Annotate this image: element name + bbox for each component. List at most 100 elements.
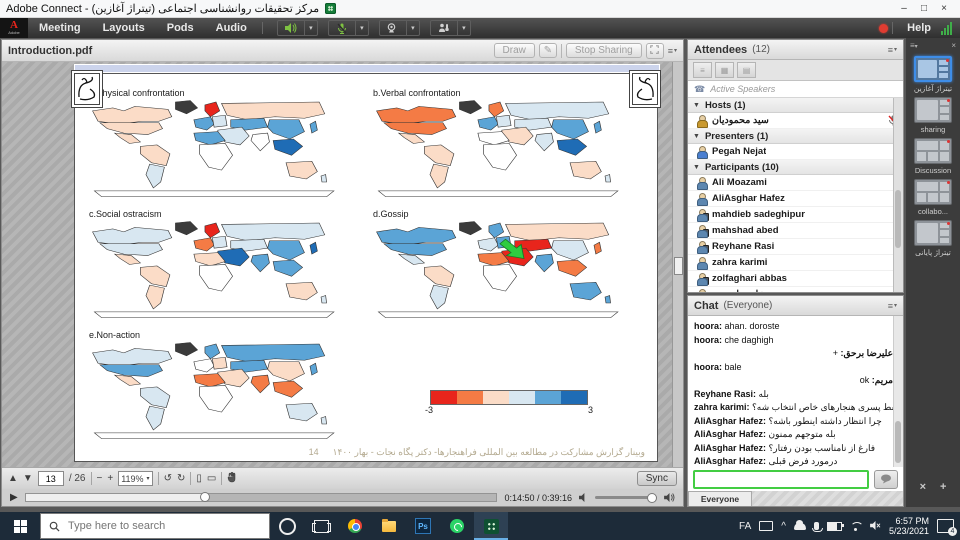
photoshop-icon[interactable]: Ps [406, 512, 440, 540]
layout-thumb[interactable]: collabo... [914, 179, 952, 216]
action-center-icon[interactable]: 4 [937, 519, 954, 533]
breakout-view-icon[interactable]: ▦ [715, 62, 734, 78]
playback-progress[interactable] [25, 493, 498, 502]
pod-options-icon[interactable]: ≡▾ [888, 45, 897, 55]
play-button[interactable]: ▶ [10, 492, 18, 503]
attendee-row[interactable]: سید محمودیان [688, 113, 903, 129]
remove-layout-icon[interactable]: × [920, 481, 926, 493]
speaker-icon[interactable] [277, 20, 305, 36]
layouts-options-icon[interactable]: ≡▾ [910, 41, 918, 50]
rotate-ccw-icon[interactable]: ↺ [164, 474, 172, 484]
chat-input[interactable] [693, 470, 869, 489]
attendee-list-view-icon[interactable]: ≡ [693, 62, 712, 78]
zoom-in-icon[interactable]: + [107, 474, 113, 484]
raise-hand-icon[interactable] [430, 20, 458, 36]
taskbar-search[interactable] [40, 513, 270, 539]
zoom-level-select[interactable]: 119%▾ [118, 471, 152, 486]
wifi-icon[interactable] [850, 522, 862, 531]
avatar-icon [696, 257, 707, 268]
layouts-close-icon[interactable]: × [951, 41, 956, 50]
playback-scrubber[interactable] [200, 492, 210, 502]
tray-microphone-icon[interactable] [814, 522, 819, 530]
attendee-row[interactable]: Reyhane Rasi [688, 239, 903, 255]
volume-thumb[interactable] [647, 493, 657, 503]
fit-page-icon[interactable]: ▯ [196, 474, 202, 484]
tray-chevron-icon[interactable]: ^ [781, 521, 786, 532]
region-greenland [175, 342, 197, 355]
whatsapp-icon[interactable] [440, 512, 474, 540]
stop-sharing-button[interactable]: Stop Sharing [566, 43, 642, 58]
region-antarctica [378, 191, 618, 197]
pod-options-icon[interactable]: ≡▾ [888, 301, 897, 311]
layout-thumb[interactable]: sharing [914, 97, 952, 134]
attendee-row[interactable]: علیرضا برحق [688, 287, 903, 292]
microphone-dropdown[interactable]: ▾ [356, 20, 369, 36]
add-layout-icon[interactable]: + [940, 481, 946, 493]
attendee-row[interactable]: mahdieb sadeghipur [688, 207, 903, 223]
layout-thumb[interactable]: Discussion [914, 138, 952, 175]
language-indicator[interactable]: FA [739, 521, 751, 532]
speaker-dropdown[interactable]: ▾ [305, 20, 318, 36]
draw-button[interactable]: Draw [494, 43, 535, 58]
connection-signal-icon[interactable] [941, 22, 952, 35]
layout-thumb[interactable]: تیتراژ آغازین [914, 56, 952, 93]
volume-speaker-icon[interactable] [664, 489, 675, 507]
tray-speaker-muted-icon[interactable] [870, 521, 881, 532]
raise-hand-dropdown[interactable]: ▾ [458, 20, 471, 36]
menu-pods[interactable]: Pods [156, 18, 205, 38]
fit-width-icon[interactable]: ▭ [207, 474, 216, 484]
menu-layouts[interactable]: Layouts [92, 18, 156, 38]
onedrive-icon[interactable] [794, 523, 806, 530]
webcam-dropdown[interactable]: ▾ [407, 20, 420, 36]
sync-button[interactable]: Sync [637, 471, 677, 486]
chat-message: علیرضا برحق: + [694, 347, 893, 361]
attendee-row[interactable]: AliAsghar Hafez [688, 191, 903, 207]
send-message-icon[interactable] [874, 470, 898, 489]
status-view-icon[interactable]: ▤ [737, 62, 756, 78]
start-button[interactable] [0, 512, 40, 540]
fullscreen-icon[interactable] [646, 43, 664, 59]
rotate-cw-icon[interactable]: ↻ [177, 474, 185, 484]
cortana-button[interactable] [270, 512, 304, 540]
chrome-icon[interactable] [338, 512, 372, 540]
task-view-button[interactable] [304, 512, 338, 540]
pointer-pen-icon[interactable]: ✎ [539, 43, 557, 58]
pod-options-icon[interactable]: ≡▾ [668, 46, 677, 56]
attendees-scrollbar[interactable] [893, 98, 903, 292]
map-cell: e.Non-action [87, 330, 363, 447]
document-scrollbar[interactable] [672, 62, 683, 467]
group-header[interactable]: ▼Presenters (1) [688, 129, 903, 144]
close-button[interactable]: × [934, 0, 954, 17]
page-down-icon[interactable]: ▼ [23, 474, 33, 484]
attendee-row[interactable]: zolfaghari abbas [688, 271, 903, 287]
adobe-connect-taskbar-icon[interactable] [474, 512, 508, 540]
tab-everyone[interactable]: Everyone [688, 491, 752, 506]
battery-icon[interactable] [827, 522, 842, 531]
volume-mute-icon[interactable] [579, 489, 588, 507]
attendee-row[interactable]: zahra karimi [688, 255, 903, 271]
group-header[interactable]: ▼Participants (10) [688, 160, 903, 175]
taskbar-clock[interactable]: 6:57 PM 5/23/2021 [889, 516, 929, 536]
volume-slider[interactable] [595, 496, 657, 499]
group-header[interactable]: ▼Hosts (1) [688, 98, 903, 113]
pan-hand-icon[interactable] [227, 472, 236, 486]
touch-keyboard-icon[interactable] [759, 521, 773, 531]
minimize-button[interactable]: – [894, 0, 914, 17]
layout-thumb[interactable]: تیتراژ پایانی [914, 220, 952, 257]
search-input[interactable] [66, 519, 261, 533]
menu-audio[interactable]: Audio [205, 18, 258, 38]
microphone-muted-icon[interactable] [328, 20, 356, 36]
page-number-input[interactable] [38, 471, 64, 486]
file-explorer-icon[interactable] [372, 512, 406, 540]
help-menu[interactable]: Help [907, 22, 931, 34]
menu-meeting[interactable]: Meeting [28, 18, 92, 38]
attendee-row[interactable]: mahshad abed [688, 223, 903, 239]
chat-scrollbar[interactable] [893, 316, 903, 467]
attendee-row[interactable]: Pegah Nejat [688, 144, 903, 160]
webcam-icon[interactable] [379, 20, 407, 36]
region-russia [506, 223, 609, 241]
attendee-row[interactable]: Ali Moazami [688, 175, 903, 191]
maximize-button[interactable]: □ [914, 0, 934, 17]
zoom-out-icon[interactable]: − [97, 474, 103, 484]
page-up-icon[interactable]: ▲ [8, 474, 18, 484]
